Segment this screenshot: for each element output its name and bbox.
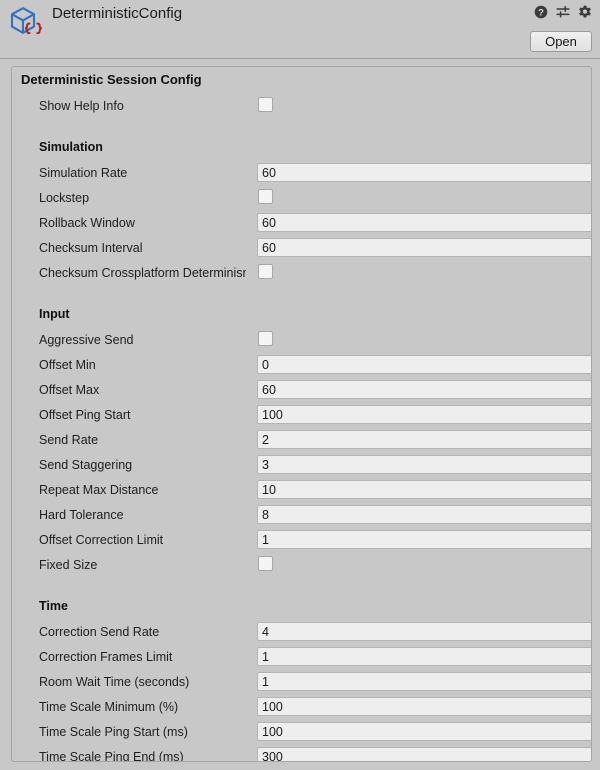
open-button[interactable]: Open [530,31,592,52]
asset-title: DeterministicConfig [52,5,183,22]
toggle-checkbox[interactable] [258,264,273,279]
config-row: Offset Ping Start [12,404,591,429]
value-input[interactable] [257,163,591,182]
field-label: Checksum Interval [39,241,143,255]
panel-title: Deterministic Session Config [21,72,202,87]
field-label: Correction Frames Limit [39,650,173,664]
config-row: Rollback Window [12,212,591,237]
field-label: Show Help Info [39,99,124,113]
config-row: Offset Correction Limit [12,529,591,554]
value-input[interactable] [257,622,591,641]
field-label: Hard Tolerance [39,508,124,522]
value-input[interactable] [257,747,591,761]
config-rows: Show Help Info Simulation Simulation Rate L… [12,95,591,762]
config-row: Show Help Info [12,95,591,120]
config-row: Offset Max [12,379,591,404]
config-row: Correction Frames Limit [12,646,591,671]
config-row: Input [12,304,591,329]
value-input[interactable] [257,355,591,374]
config-row: Send Staggering [12,454,591,479]
help-icon[interactable]: ? [534,5,548,19]
config-row: Repeat Max Distance [12,479,591,504]
config-row: Offset Min [12,354,591,379]
value-input[interactable] [257,380,591,399]
config-row: Time Scale Ping Start (ms) [12,721,591,746]
value-input[interactable] [257,505,591,524]
field-label: Correction Send Rate [39,625,160,639]
field-label: Offset Ping Start [39,408,131,422]
field-label: Time Scale Ping End (ms) [39,750,184,762]
toggle-checkbox[interactable] [258,331,273,346]
toggle-checkbox[interactable] [258,556,273,571]
value-input[interactable] [257,722,591,741]
value-input[interactable] [257,238,591,257]
row-spacer [12,120,591,137]
config-row: Time [12,596,591,621]
config-row: Lockstep [12,187,591,212]
field-label: Offset Correction Limit [39,533,164,547]
field-label: Offset Min [39,358,96,372]
deterministic-session-config-panel: Deterministic Session Config Show Help I… [11,66,592,762]
value-input[interactable] [257,672,591,691]
field-label: Time Scale Ping Start (ms) [39,725,188,739]
preset-icon[interactable] [556,5,570,19]
value-input[interactable] [257,405,591,424]
field-label: Repeat Max Distance [39,483,159,497]
config-row: Aggressive Send [12,329,591,354]
config-row: Checksum Crossplatform Determinism [12,262,591,287]
field-label: Send Rate [39,433,99,447]
config-row: Time Scale Ping End (ms) [12,746,591,762]
field-label: Lockstep [39,191,90,205]
config-row: Hard Tolerance [12,504,591,529]
config-row: Checksum Interval [12,237,591,262]
field-label: Simulation Rate [39,166,128,180]
field-label: Offset Max [39,383,100,397]
row-spacer [12,579,591,596]
toggle-checkbox[interactable] [258,189,273,204]
field-label: Fixed Size [39,558,98,572]
value-input[interactable] [257,455,591,474]
scriptable-object-icon [8,4,44,40]
value-input[interactable] [257,480,591,499]
toggle-checkbox[interactable] [258,97,273,112]
value-input[interactable] [257,697,591,716]
config-row: Fixed Size [12,554,591,579]
section-header: Simulation [39,140,103,154]
field-label: Room Wait Time (seconds) [39,675,190,689]
asset-header: DeterministicConfig ? Open [0,0,600,59]
value-input[interactable] [257,430,591,449]
config-row: Simulation Rate [12,162,591,187]
field-label: Checksum Crossplatform Determinism [39,266,246,280]
config-row: Simulation [12,137,591,162]
row-spacer [12,287,591,304]
field-label: Rollback Window [39,216,135,230]
field-label: Send Staggering [39,458,133,472]
value-input[interactable] [257,530,591,549]
svg-text:?: ? [538,8,544,19]
section-header: Input [39,307,70,321]
value-input[interactable] [257,647,591,666]
field-label: Aggressive Send [39,333,134,347]
field-label: Time Scale Minimum (%) [39,700,179,714]
config-row: Time Scale Minimum (%) [12,696,591,721]
config-row: Correction Send Rate [12,621,591,646]
config-row: Send Rate [12,429,591,454]
section-header: Time [39,599,68,613]
value-input[interactable] [257,213,591,232]
config-row: Room Wait Time (seconds) [12,671,591,696]
gear-icon[interactable] [578,5,592,19]
